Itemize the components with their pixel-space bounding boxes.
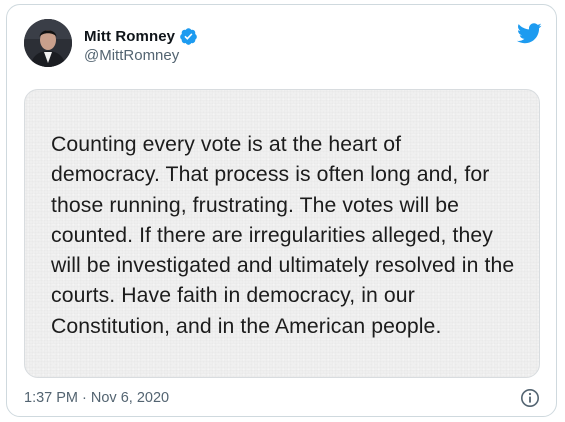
tweet-image[interactable]: Counting every vote is at the heart of d…	[24, 89, 540, 378]
avatar-photo	[24, 19, 72, 67]
verified-badge-icon	[180, 27, 197, 45]
info-icon[interactable]	[520, 388, 540, 408]
tweet-card: Mitt Romney @MittRomney Counting every v…	[6, 4, 557, 417]
author-display-name[interactable]: Mitt Romney	[84, 28, 175, 45]
tweet-timestamp[interactable]: 1:37 PM · Nov 6, 2020	[24, 390, 169, 406]
author-name-row[interactable]: Mitt Romney	[84, 25, 198, 47]
avatar[interactable]	[24, 19, 72, 67]
twitter-bird-icon[interactable]	[517, 23, 542, 44]
author-handle[interactable]: @MittRomney	[84, 47, 179, 64]
image-statement-text: Counting every vote is at the heart of d…	[51, 133, 515, 338]
